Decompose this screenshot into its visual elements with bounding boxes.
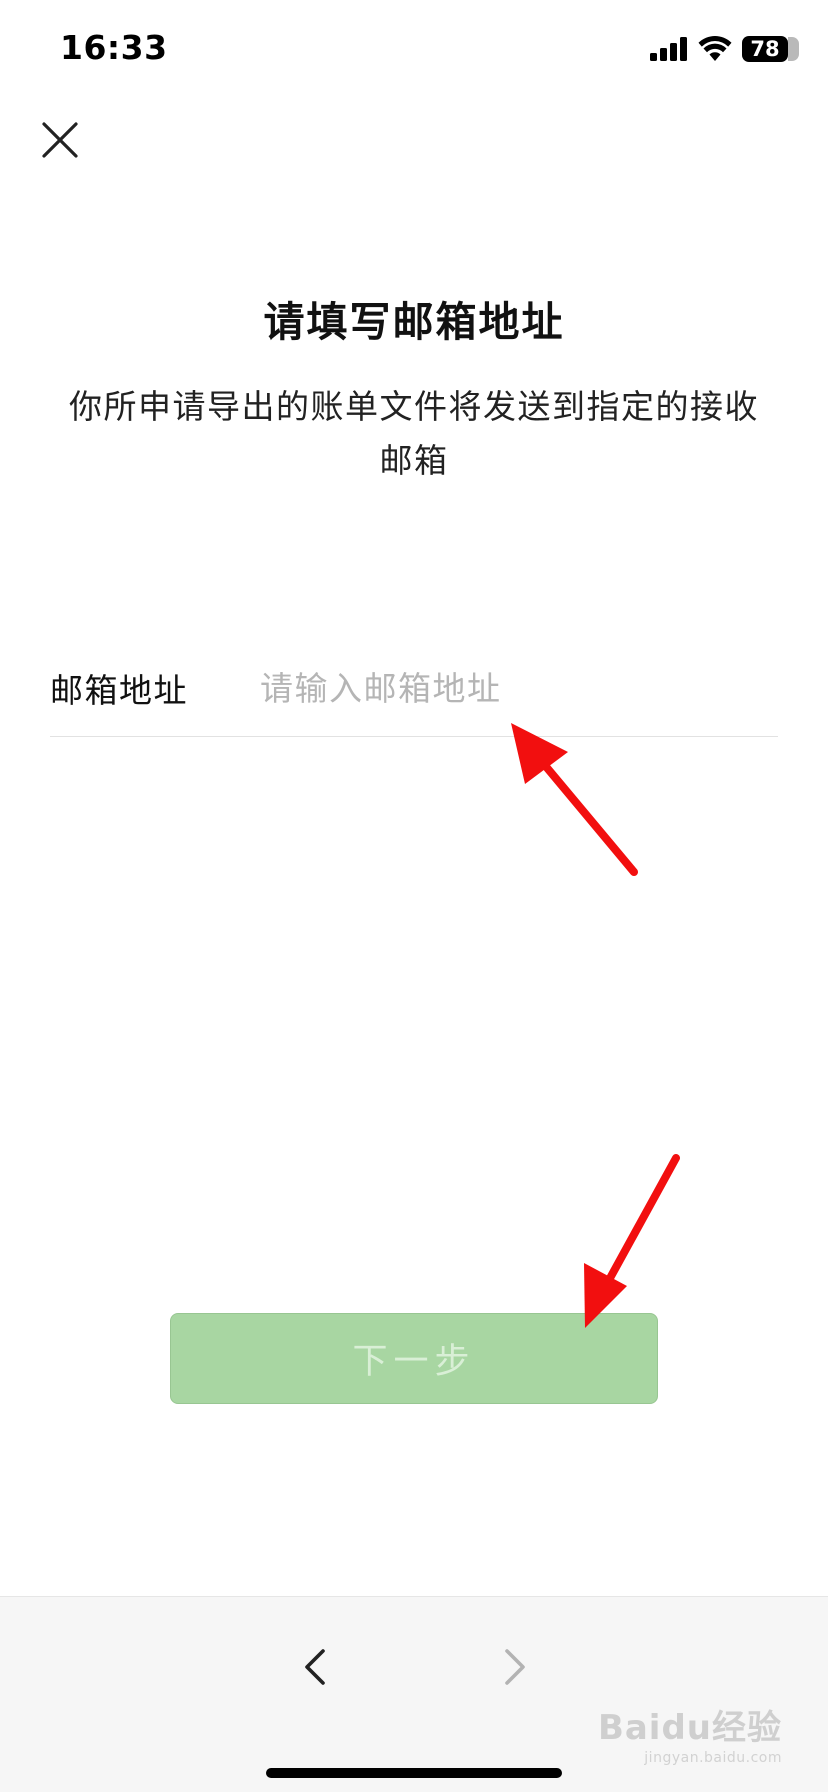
annotation-arrow-button [584, 1154, 680, 1328]
watermark-text: Baidu经验 [597, 1708, 782, 1748]
watermark-url: jingyan.baidu.com [644, 1750, 782, 1766]
close-icon [42, 122, 78, 158]
nav-back-button[interactable] [290, 1635, 340, 1699]
status-bar: 16:33 78 [0, 0, 828, 100]
battery-icon: 78 [742, 36, 799, 62]
page-description: 你所申请导出的账单文件将发送到指定的接收邮箱 [69, 387, 759, 480]
nav-forward-button[interactable] [490, 1635, 540, 1699]
close-button[interactable] [38, 118, 82, 162]
status-time: 16:33 [60, 28, 168, 67]
chevron-left-icon [305, 1649, 325, 1685]
wifi-icon [698, 36, 732, 61]
cellular-signal-icon [650, 37, 687, 61]
email-input[interactable] [228, 668, 778, 708]
baidu-watermark: Baidu经验 jingyan.baidu.com [597, 1700, 782, 1766]
annotation-arrow-email [511, 723, 638, 876]
email-row: 邮箱地址 [50, 640, 778, 737]
status-icons: 78 [650, 34, 799, 64]
home-indicator [266, 1768, 562, 1778]
email-label: 邮箱地址 [50, 671, 188, 710]
chevron-right-icon [505, 1649, 525, 1685]
battery-level: 78 [750, 37, 780, 61]
annotation-arrows [511, 723, 680, 1328]
page-title: 请填写邮箱地址 [263, 298, 565, 346]
email-address-screen: 16:33 78 请填写邮箱地址 你所申请导出的账单文件将发送到指定的接收邮箱 … [0, 0, 828, 1792]
next-step-button[interactable]: 下一步 [170, 1313, 658, 1404]
